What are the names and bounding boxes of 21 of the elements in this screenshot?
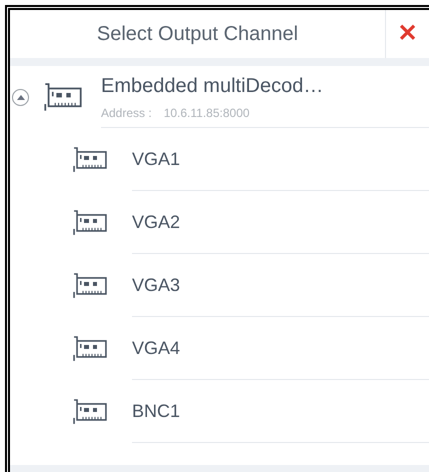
channel-item[interactable]: VGA1: [10, 128, 429, 191]
channel-name: VGA3: [132, 274, 180, 296]
card-icon: [72, 272, 108, 298]
caret-up-icon: [16, 94, 24, 100]
collapse-button[interactable]: [12, 88, 29, 106]
card-icon: [72, 398, 108, 424]
address-label: Address :: [101, 105, 152, 122]
card-icon: [72, 336, 108, 362]
card-icon: [43, 82, 83, 112]
channel-name: VGA4: [132, 336, 180, 360]
channel-name: VGA1: [132, 148, 180, 170]
device-name: Embedded multiDecod…: [101, 74, 324, 99]
channel-name: VGA2: [132, 210, 180, 234]
channel-name: BNC1: [132, 400, 180, 422]
dialog-title: Select Output Channel: [96, 22, 300, 47]
channel-item[interactable]: VGA3: [10, 254, 429, 317]
channel-item[interactable]: VGA2: [10, 191, 429, 254]
address-value: 10.6.11.85:8000: [164, 105, 250, 122]
card-icon: [72, 146, 108, 172]
card-icon: [72, 210, 108, 236]
channel-item[interactable]: VGA4: [10, 317, 429, 380]
